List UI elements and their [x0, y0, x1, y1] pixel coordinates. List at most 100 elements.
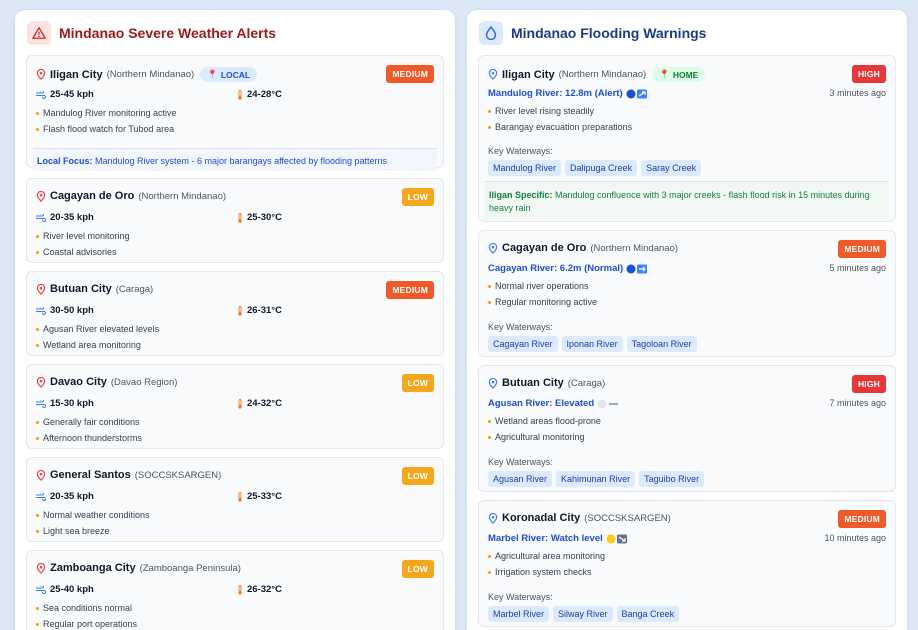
weather-card[interactable]: General Santos (SOCCSKSARGEN) LOW 20-35 … [26, 457, 444, 542]
chip-label: LOCAL [220, 69, 251, 80]
card-title-row: Cagayan de Oro (Northern Mindanao) [488, 242, 678, 254]
note-item: Regular monitoring active [488, 297, 597, 307]
wind-value: 25-40 kph [50, 584, 94, 595]
card-title-row: General Santos (SOCCSKSARGEN) [36, 469, 221, 481]
focus-text: Mandulog River system - 6 major barangay… [92, 156, 388, 166]
note-item: Generally fair conditions [36, 417, 140, 427]
thermometer-icon [237, 212, 243, 223]
note-text: Agricultural monitoring [495, 432, 585, 442]
city-name: Butuan City [502, 377, 564, 389]
flood-panel-header: Mindanao Flooding Warnings [467, 10, 907, 56]
wind-value: 20-35 kph [50, 491, 94, 502]
updated-time: 7 minutes ago [829, 398, 886, 408]
river-level: Mandulog River: 12.8m (Alert) [488, 88, 648, 99]
note-item: Sea conditions normal [36, 603, 132, 613]
temp-info: 26-31°C [237, 305, 282, 316]
weather-card[interactable]: Cagayan de Oro (Northern Mindanao) LOW 2… [26, 178, 444, 263]
waterway-tag[interactable]: Iponan River [561, 336, 623, 352]
weather-panel-title: Mindanao Severe Weather Alerts [59, 25, 277, 41]
card-title-row: Davao City (Davao Region) [36, 376, 177, 388]
city-name: Iligan City [50, 68, 103, 81]
wind-icon [36, 492, 46, 501]
temp-value: 26-31°C [247, 305, 282, 316]
waterway-tag[interactable]: Silway River [553, 606, 613, 622]
note-text: Normal weather conditions [43, 510, 150, 520]
waterway-tag[interactable]: Mandulog River [488, 160, 562, 176]
flood-card[interactable]: Iligan City (Northern Mindanao) 📍 HOME HI… [478, 55, 896, 222]
note-text: Flash flood watch for Tubod area [43, 124, 175, 134]
card-title-row: Koronadal City (SOCCSKSARGEN) [488, 512, 671, 524]
city-name: Koronadal City [502, 512, 581, 524]
wind-info: 30-50 kph [36, 305, 94, 316]
specific-label: Iligan Specific: [489, 190, 553, 200]
card-title-row: Cagayan de Oro (Northern Mindanao) [36, 190, 226, 202]
severity-badge: MEDIUM [386, 281, 434, 299]
note-text: Agusan River elevated levels [43, 324, 160, 334]
severity-badge: LOW [401, 560, 434, 578]
waterways-label: Key Waterways: [488, 146, 553, 156]
note-item: Irrigation system checks [488, 567, 592, 577]
flood-card[interactable]: Butuan City (Caraga) HIGH Agusan River: … [478, 365, 896, 492]
card-title-row: Iligan City (Northern Mindanao) 📍 HOME [488, 67, 706, 82]
waterways-label: Key Waterways: [488, 592, 553, 602]
city-name: Butuan City [50, 283, 112, 295]
weather-card[interactable]: Butuan City (Caraga) MEDIUM 30-50 kph 26… [26, 271, 444, 356]
note-item: River level monitoring [36, 231, 130, 241]
map-pin-icon [36, 69, 46, 80]
severity-badge: MEDIUM [838, 240, 886, 258]
updated-time: 10 minutes ago [824, 533, 886, 543]
temp-value: 26-32°C [247, 584, 282, 595]
river-level: Marbel River: Watch level [488, 533, 628, 544]
weather-alerts-panel: Mindanao Severe Weather Alerts Iligan Ci… [15, 10, 455, 630]
wind-value: 15-30 kph [50, 398, 94, 409]
temp-info: 26-32°C [237, 584, 282, 595]
waterway-tag[interactable]: Saray Creek [641, 160, 702, 176]
flood-card[interactable]: Koronadal City (SOCCSKSARGEN) MEDIUM Mar… [478, 500, 896, 627]
wind-icon [36, 213, 46, 222]
region-name: (Northern Mindanao) [558, 69, 647, 80]
waterways-label: Key Waterways: [488, 457, 553, 467]
note-item: Coastal advisories [36, 247, 117, 257]
waterway-tag[interactable]: Tagoloan River [626, 336, 697, 352]
note-text: Barangay evacuation preparations [495, 122, 633, 132]
temp-info: 25-33°C [237, 491, 282, 502]
city-name: General Santos [50, 469, 131, 481]
note-item: Wetland areas flood-prone [488, 416, 601, 426]
focus-label: Local Focus: [37, 156, 93, 166]
weather-card[interactable]: Zamboanga City (Zamboanga Peninsula) LOW… [26, 550, 444, 630]
severity-badge: MEDIUM [386, 65, 434, 83]
waterway-tag[interactable]: Marbel River [488, 606, 550, 622]
river-level-text: Cagayan River: 6.2m (Normal) [488, 263, 624, 274]
river-level-text: Agusan River: Elevated [488, 398, 595, 409]
region-name: (SOCCSKSARGEN) [134, 469, 222, 481]
region-name: (Northern Mindanao) [138, 190, 227, 202]
wind-value: 30-50 kph [50, 305, 94, 316]
note-text: Mandulog River monitoring active [43, 108, 177, 118]
weather-card[interactable]: Iligan City (Northern Mindanao) 📍 LOCAL M… [26, 55, 444, 171]
water-drop-icon [479, 21, 503, 45]
wind-info: 25-45 kph [36, 89, 94, 100]
local-chip: 📍 LOCAL [200, 67, 258, 82]
city-name: Zamboanga City [50, 562, 136, 574]
severity-badge: HIGH [851, 375, 886, 393]
wind-info: 20-35 kph [36, 212, 94, 223]
waterway-tag[interactable]: Cagayan River [488, 336, 558, 352]
map-pin-icon [36, 376, 46, 388]
note-text: Normal river operations [495, 281, 589, 291]
note-text: River level monitoring [43, 231, 130, 241]
card-title-row: Iligan City (Northern Mindanao) 📍 LOCAL [36, 67, 258, 82]
waterway-tag[interactable]: Taguibo River [639, 471, 705, 487]
waterways-list: Cagayan River Iponan River Tagoloan Rive… [488, 336, 701, 352]
waterway-tag[interactable]: Dalipuga Creek [565, 160, 638, 176]
waterway-tag[interactable]: Agusan River [488, 471, 553, 487]
trend-rising-icon [626, 89, 648, 99]
trend-steady-icon [626, 264, 648, 274]
waterway-tag[interactable]: Kahimunan River [556, 471, 636, 487]
note-item: Agricultural area monitoring [488, 551, 605, 561]
weather-card[interactable]: Davao City (Davao Region) LOW 15-30 kph … [26, 364, 444, 449]
region-name: (Caraga) [567, 377, 606, 389]
flood-card[interactable]: Cagayan de Oro (Northern Mindanao) MEDIU… [478, 230, 896, 357]
waterway-tag[interactable]: Banga Creek [616, 606, 680, 622]
note-text: River level rising steadily [495, 106, 595, 116]
wind-icon [36, 90, 46, 99]
